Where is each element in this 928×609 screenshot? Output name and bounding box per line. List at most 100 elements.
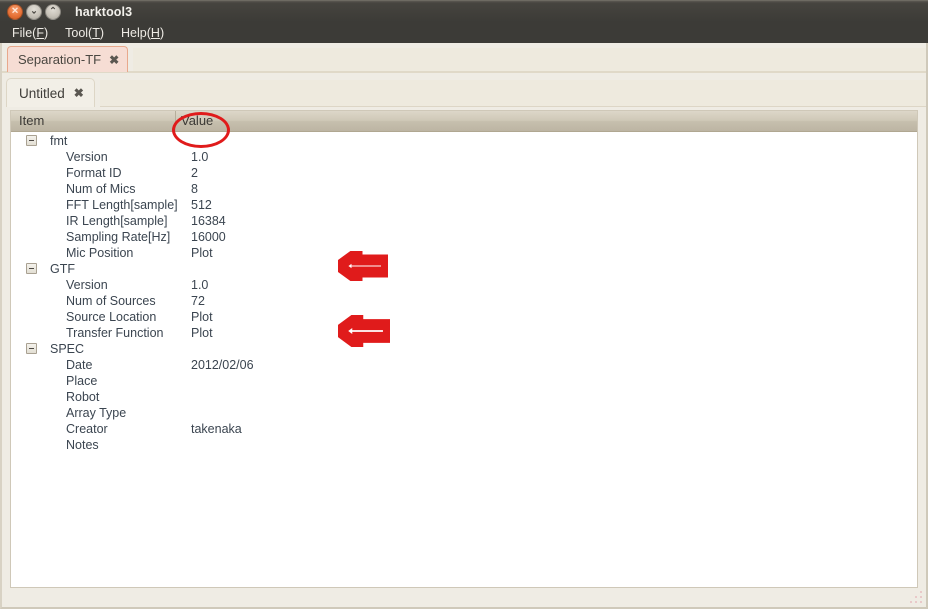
tree-row[interactable]: Place [11, 373, 917, 389]
tree-row-value: 16384 [191, 214, 226, 228]
tree-row-item-label: Format ID [66, 166, 122, 180]
tree-row-value: 1.0 [191, 278, 209, 292]
menu-item-help-post: ) [159, 25, 165, 40]
resize-grip[interactable] [908, 589, 922, 603]
tree-row-value: 2012/02/06 [191, 358, 254, 372]
tree-row[interactable]: Robot [11, 389, 917, 405]
tree-row-item-label: Notes [66, 438, 99, 452]
grip-dot [915, 601, 917, 603]
tree-row-item-label: Transfer Function [66, 326, 164, 340]
tree-row[interactable]: Version 1.0 [11, 277, 917, 293]
grip-dot [915, 596, 917, 598]
tree-row-value: 1.0 [191, 150, 209, 164]
tree-row-value[interactable]: Plot [191, 309, 213, 325]
inner-tab-bar-filler [100, 80, 926, 107]
column-header-value[interactable]: Value [181, 111, 213, 131]
tree-row[interactable]: Format ID 2 [11, 165, 917, 181]
tree-row-value: 16000 [191, 230, 226, 244]
tab-untitled[interactable]: Untitled ✖ [6, 78, 95, 107]
grip-dot [910, 601, 912, 603]
close-window-glyph: ✕ [11, 5, 19, 16]
tree-row[interactable]: Notes [11, 437, 917, 453]
tab-separation-tf-label: Separation-TF [18, 52, 102, 67]
tree-row-item-label: Num of Mics [66, 182, 136, 196]
tree-row-item-label: Mic Position [66, 246, 134, 260]
maximize-window-icon[interactable]: ⌃ [45, 3, 61, 20]
menu-item-tool-post: ) [99, 25, 105, 40]
menu-item-help[interactable]: Help(H) [116, 24, 171, 42]
tab-untitled-label: Untitled [19, 85, 65, 101]
tree-row[interactable]: Num of Mics 8 [11, 181, 917, 197]
tree-row-item-label: Source Location [66, 310, 157, 324]
tree-row[interactable]: Creator takenaka [11, 421, 917, 437]
tree-row[interactable]: Mic Position Plot [11, 245, 917, 261]
tree-row[interactable]: fmt [11, 133, 917, 149]
tree-row-item-label: Version [66, 278, 108, 292]
inner-tab-bar: Untitled ✖ [2, 76, 926, 109]
tree-row-item-label: Array Type [66, 406, 127, 420]
tree-header-row: Item Value [11, 111, 917, 132]
close-icon[interactable]: ✖ [109, 54, 119, 66]
tree-row-item-label: Robot [66, 390, 100, 404]
tree-row[interactable]: IR Length[sample] 16384 [11, 213, 917, 229]
tree-row-value[interactable]: Plot [191, 325, 213, 341]
menu-item-help-pre: Help( [121, 25, 151, 40]
tree-row[interactable]: FFT Length[sample] 512 [11, 197, 917, 213]
tree-row[interactable]: Version 1.0 [11, 149, 917, 165]
tree-row-value: takenaka [191, 422, 242, 436]
menu-item-tool[interactable]: Tool(T) [60, 24, 111, 42]
tree-row-item-label: IR Length[sample] [66, 214, 168, 228]
menu-item-tool-pre: Tool( [65, 25, 93, 40]
maximize-window-glyph: ⌃ [49, 5, 57, 16]
minimize-window-icon[interactable]: ⌄ [26, 3, 42, 20]
tree-row-item-label: Date [66, 358, 93, 372]
menu-item-tool-accel: T [92, 25, 100, 40]
tree-row[interactable]: Source Location Plot [11, 309, 917, 325]
tree-row-item-label: FFT Length[sample] [66, 198, 178, 212]
tree-row-value: 512 [191, 198, 212, 212]
tree-row-item-label: SPEC [50, 342, 85, 356]
menu-bar: File(F) Tool(T) Help(H) [0, 22, 928, 43]
tree-row[interactable]: Array Type [11, 405, 917, 421]
tree-row-item-label: Num of Sources [66, 294, 156, 308]
tree-row[interactable]: SPEC [11, 341, 917, 357]
tree-row[interactable]: Sampling Rate[Hz] 16000 [11, 229, 917, 245]
tree-row-item-label: Sampling Rate[Hz] [66, 230, 171, 244]
window-controls: ✕ ⌄ ⌃ [7, 3, 61, 20]
tree-row-item-label: GTF [50, 262, 75, 276]
application-window: ✕ ⌄ ⌃ harktool3 File(F) Tool(T) Help(H) … [0, 0, 928, 609]
grip-dot [920, 591, 922, 593]
tree-row-value: 72 [191, 294, 205, 308]
outer-tab-bar-filler [133, 48, 926, 72]
tree-rows-container: fmt Version 1.0 Format ID 2 Num of Mics 8 FFT L… [11, 132, 917, 587]
collapse-expander-icon[interactable] [26, 135, 37, 146]
tree-row-item-label: Place [66, 374, 98, 388]
tab-separation-tf[interactable]: Separation-TF ✖ [7, 46, 129, 72]
tree-row-item-label: Version [66, 150, 108, 164]
outer-tab-bar: Separation-TF ✖ [2, 44, 926, 73]
collapse-expander-icon[interactable] [26, 263, 37, 274]
grip-dot [920, 601, 922, 603]
tree-row[interactable]: Num of Sources 72 [11, 293, 917, 309]
close-window-icon[interactable]: ✕ [7, 3, 23, 20]
menu-item-file-post: ) [43, 25, 49, 40]
tree-row-value: 2 [191, 166, 198, 180]
tree-row[interactable]: Date 2012/02/06 [11, 357, 917, 373]
tree-row[interactable]: Transfer Function Plot [11, 325, 917, 341]
close-icon[interactable]: ✖ [74, 87, 84, 99]
minimize-window-glyph: ⌄ [30, 5, 38, 16]
title-bar: ✕ ⌄ ⌃ harktool3 [0, 0, 928, 22]
property-tree-panel: Item Value fmt Version 1.0 Format ID 2 Num of… [10, 110, 918, 588]
window-title: harktool3 [75, 4, 133, 19]
collapse-expander-icon[interactable] [26, 343, 37, 354]
column-header-item[interactable]: Item [19, 111, 44, 131]
column-divider[interactable] [175, 111, 176, 131]
outer-tab-bar-baseline [2, 71, 926, 73]
tree-row-item-label: fmt [50, 134, 68, 148]
tree-row[interactable]: GTF [11, 261, 917, 277]
tree-row-item-label: Creator [66, 422, 108, 436]
menu-item-file[interactable]: File(F) [7, 24, 55, 42]
menu-item-file-pre: File( [12, 25, 37, 40]
grip-dot [920, 596, 922, 598]
tree-row-value[interactable]: Plot [191, 245, 213, 261]
